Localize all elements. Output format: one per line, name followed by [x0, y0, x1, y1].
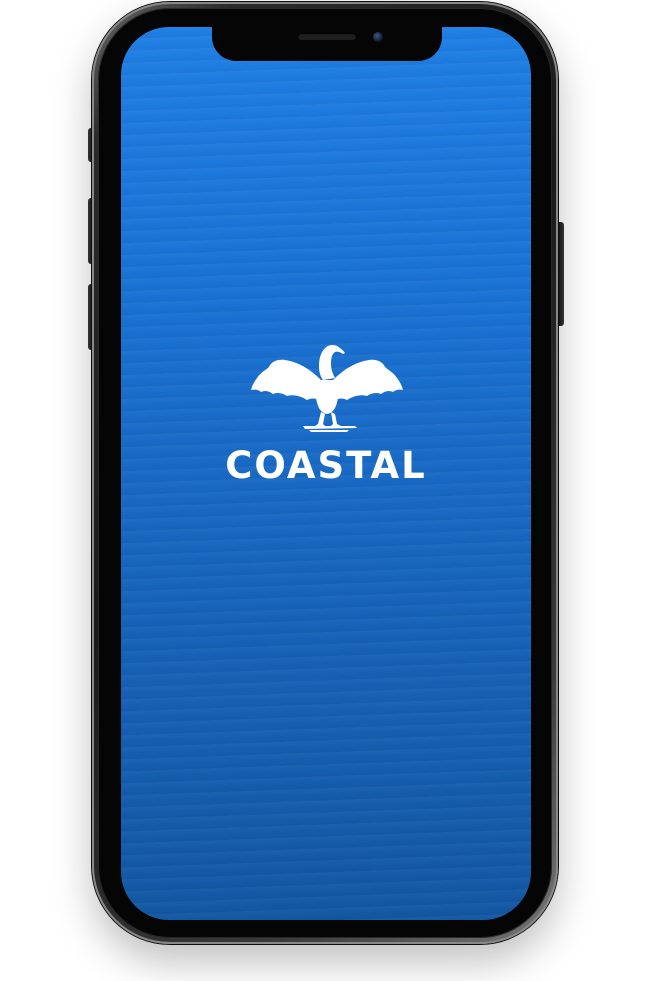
front-camera: [373, 32, 383, 42]
brand-wordmark: COASTAL: [225, 444, 427, 487]
app-logo: COASTAL: [121, 340, 531, 486]
speaker-grille: [298, 33, 356, 40]
device-mockup: COASTAL: [0, 0, 649, 981]
cormorant-bird-icon: [251, 344, 403, 432]
